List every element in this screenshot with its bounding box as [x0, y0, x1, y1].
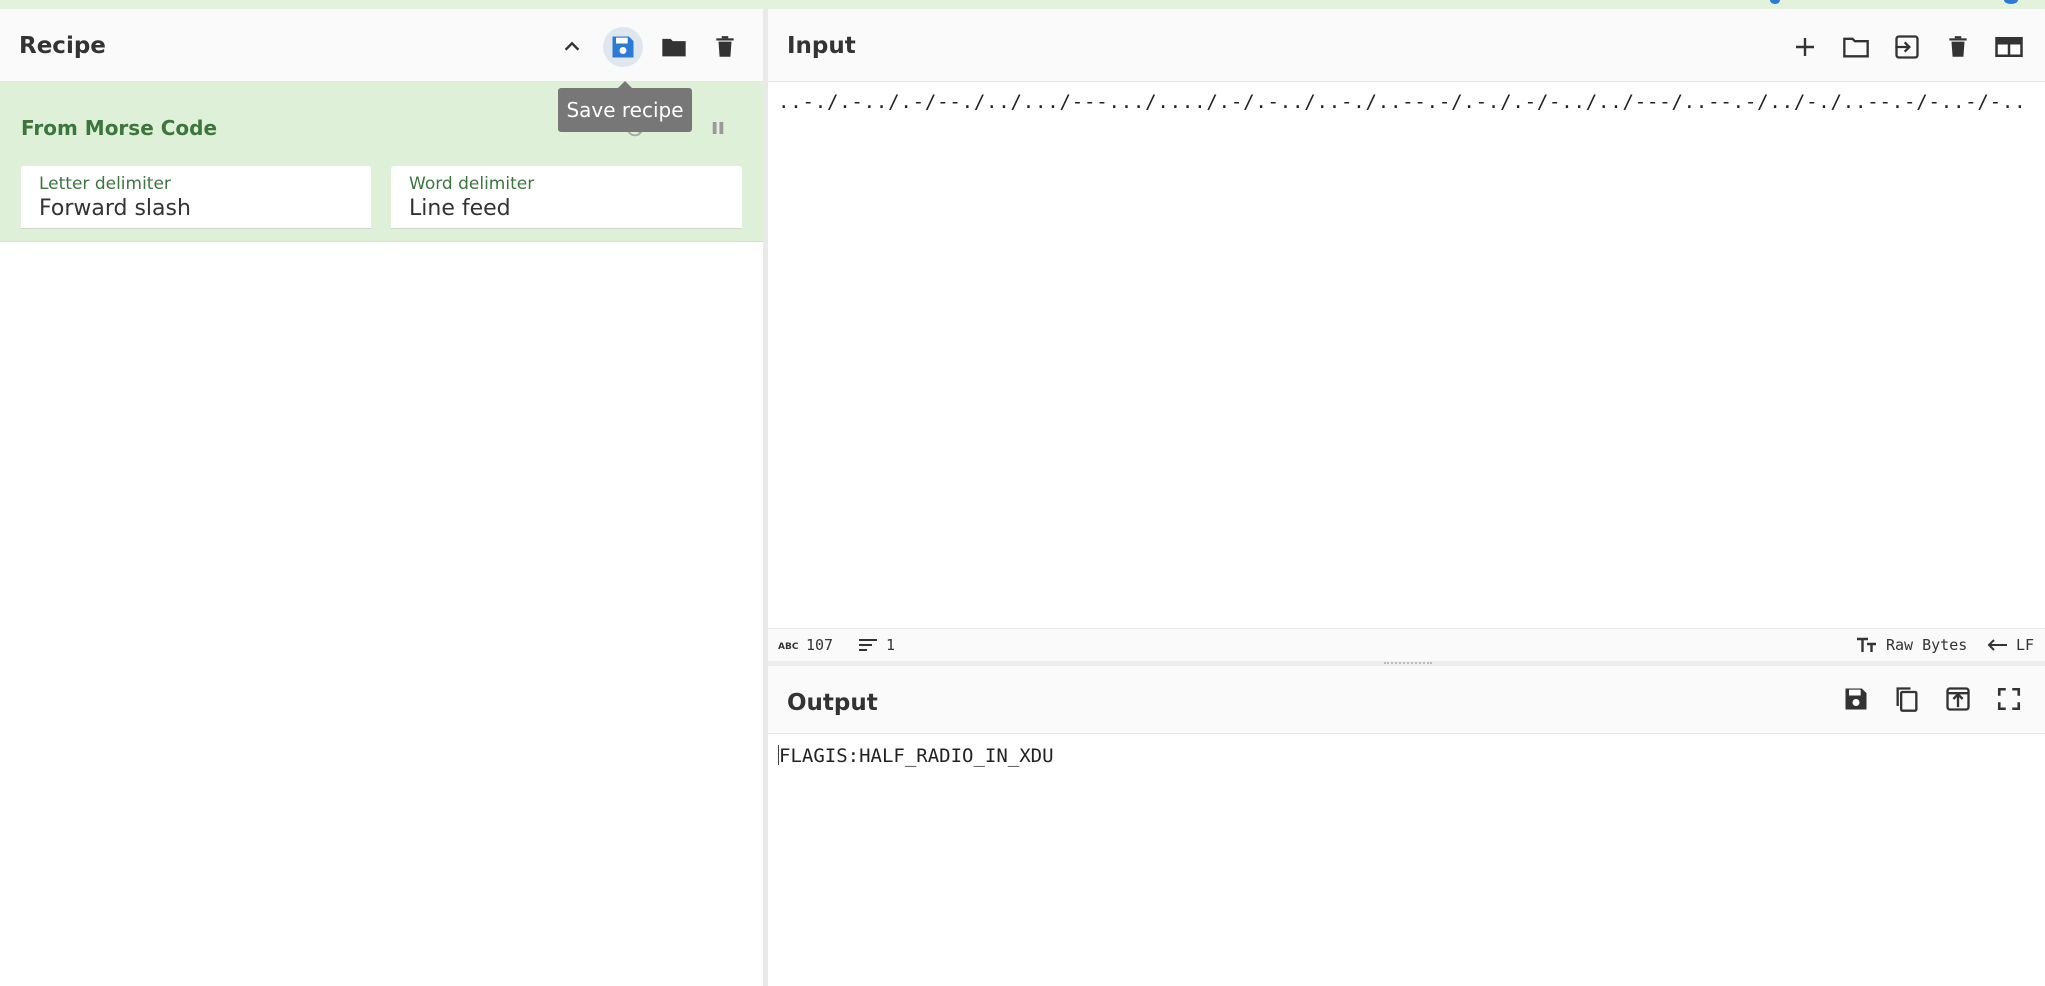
abc-icon: ABC: [778, 642, 798, 651]
trash-icon: [716, 36, 734, 57]
trash-icon: [1949, 36, 1967, 57]
output-title: Output: [787, 690, 878, 716]
plus-icon: [1796, 38, 1814, 56]
recipe-title: Recipe: [19, 33, 106, 59]
save-recipe-button[interactable]: [603, 27, 643, 67]
folder-icon: [1843, 37, 1869, 58]
collapse-all-button[interactable]: [552, 27, 592, 67]
input-header: Input: [768, 9, 2045, 82]
input-status-bar: ABC 107 1 Raw Bytes LF: [768, 628, 2045, 661]
pause-operation-button[interactable]: [704, 114, 732, 142]
operation-title: From Morse Code: [21, 116, 218, 140]
reset-layout-button[interactable]: [1989, 27, 2029, 67]
save-icon: [1845, 688, 1867, 710]
input-eol-button[interactable]: LF: [1986, 636, 2034, 654]
input-eol-value: LF: [2016, 636, 2035, 654]
replace-input-button[interactable]: [1938, 679, 1978, 719]
input-encoding-button[interactable]: Raw Bytes: [1856, 636, 1967, 654]
open-file-button[interactable]: [1836, 27, 1876, 67]
output-panel: Output FLAGIS:HALF_RADIO_IN_XDU: [768, 666, 2045, 986]
load-recipe-button[interactable]: [654, 27, 694, 67]
input-lines: 1: [858, 636, 895, 654]
letter-delimiter-label: Letter delimiter: [39, 174, 171, 194]
resizer-grip[interactable]: [1384, 662, 1432, 665]
clear-recipe-button[interactable]: [705, 27, 745, 67]
save-output-button[interactable]: [1836, 679, 1876, 719]
banner-indicator: [2004, 0, 2018, 4]
replace-input-icon: [1946, 687, 1970, 711]
word-delimiter-value: Line feed: [409, 196, 511, 221]
chevron-up-icon: [564, 41, 580, 51]
folder-icon: [662, 38, 686, 57]
letter-delimiter-select[interactable]: Letter delimiter Forward slash: [21, 166, 371, 229]
save-recipe-tooltip: Save recipe: [558, 81, 692, 132]
word-delimiter-select[interactable]: Word delimiter Line feed: [391, 166, 742, 229]
layout-icon: [1995, 37, 2023, 57]
top-banner-strip: [0, 0, 2045, 9]
open-folder-button[interactable]: [1887, 27, 1927, 67]
input-length-value: 107: [806, 636, 834, 654]
clear-input-button[interactable]: [1938, 27, 1978, 67]
input-length: ABC 107: [778, 636, 833, 654]
output-text-area[interactable]: FLAGIS:HALF_RADIO_IN_XDU: [778, 745, 1054, 767]
add-input-tab-button[interactable]: [1785, 27, 1825, 67]
return-arrow-icon: [1987, 639, 2007, 651]
recipe-header: Recipe: [0, 9, 763, 82]
copy-icon: [1896, 687, 1918, 712]
output-header: Output: [768, 666, 2045, 734]
input-textarea[interactable]: ..-./.-../.-/--./../.../---.../..../.-/.…: [778, 91, 2025, 113]
svg-text:ABC: ABC: [778, 642, 798, 651]
recipe-panel: Recipe From Morse Code Letter delimiter: [0, 9, 763, 986]
word-delimiter-label: Word delimiter: [409, 174, 535, 194]
input-title: Input: [787, 33, 856, 59]
pause-icon: [712, 122, 724, 134]
output-value: FLAGIS:HALF_RADIO_IN_XDU: [779, 745, 1054, 767]
letter-delimiter-value: Forward slash: [39, 196, 191, 221]
input-panel: Input ..-./.-../.-/--./../.../---.../...…: [768, 9, 2045, 661]
maximize-output-button[interactable]: [1989, 679, 2029, 719]
input-lines-value: 1: [886, 636, 896, 654]
banner-indicator: [1770, 0, 1780, 4]
lines-icon: [859, 639, 877, 651]
save-icon: [612, 36, 634, 58]
import-icon: [1895, 35, 1919, 59]
copy-output-button[interactable]: [1887, 679, 1927, 719]
maximize-icon: [1997, 687, 2021, 711]
text-format-icon: [1857, 637, 1876, 652]
input-encoding-value: Raw Bytes: [1886, 636, 1968, 654]
